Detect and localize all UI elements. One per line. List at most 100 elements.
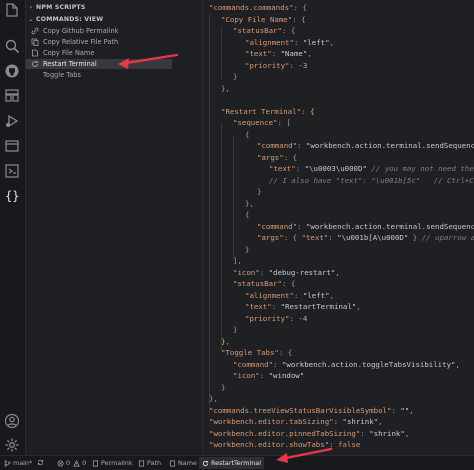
extensions-icon[interactable]: [4, 138, 20, 154]
code-token: "commands.treeViewStatusBarVisibleSymbol…: [209, 405, 392, 415]
code-line: {: [245, 129, 249, 141]
branch-name: main*: [13, 459, 33, 467]
file-path-icon: [31, 38, 39, 46]
code-line: "statusBar": {: [233, 278, 295, 290]
code-token: :: [333, 417, 343, 426]
code-line: "sequence": [: [233, 117, 291, 129]
code-token: "sequence": [233, 118, 278, 127]
warning-count: 0: [82, 459, 87, 467]
statusbar-restart-terminal[interactable]: RestartTerminal: [199, 457, 264, 469]
error-icon: [57, 460, 64, 466]
code-token: "left": [302, 37, 330, 47]
sync-indicator[interactable]: [37, 459, 46, 466]
code-token: "left": [302, 290, 330, 300]
code-token: -3: [298, 60, 308, 70]
sidebar-item-copy-github-permalink[interactable]: Copy Github Permalink: [26, 26, 172, 36]
warning-icon: [73, 459, 80, 466]
code-token: ,: [335, 267, 340, 277]
code-token: "\u001b[A\u000D": [337, 233, 409, 242]
file-icon: [138, 460, 145, 466]
sidebar-item-label: Toggle Tabs: [43, 71, 81, 79]
code-line: }: [221, 382, 225, 394]
problems-indicator[interactable]: 0 0: [57, 459, 86, 467]
code-token: }: [245, 244, 250, 254]
statusbar-path[interactable]: Path: [138, 459, 161, 467]
commands-view-label: COMMANDS: VIEW: [36, 15, 104, 23]
code-line: // I also have "text": "\u001b[5c" // Ct…: [269, 175, 474, 187]
search-icon[interactable]: [4, 38, 20, 54]
code-line: "command": "workbench.action.terminal.se…: [257, 221, 474, 233]
code-token: : [: [277, 118, 291, 127]
code-token: "command": [233, 359, 274, 369]
code-token: "args": [257, 152, 284, 162]
code-token: "shrink": [342, 417, 379, 426]
remote-icon[interactable]: [4, 163, 20, 179]
code-token: : {: [283, 152, 298, 162]
code-token: :: [271, 49, 281, 58]
code-token: "alignment": [245, 37, 294, 47]
statusbar-name[interactable]: Name: [169, 459, 197, 467]
sidebar-item-label: Copy Relative File Path: [43, 38, 119, 46]
code-token: // I also have "text": "\u001b[5c" // Ct…: [269, 175, 474, 185]
github-icon[interactable]: [4, 63, 20, 79]
code-token: : {: [278, 348, 293, 357]
statusbar-permalink[interactable]: Permalink: [92, 459, 133, 467]
source-control-icon[interactable]: [4, 88, 20, 104]
code-token: :: [297, 221, 306, 231]
code-line: },: [209, 393, 218, 405]
code-token: "\u0003\u000D": [304, 164, 367, 173]
sidebar-item-copy-relative-file-path[interactable]: Copy Relative File Path: [26, 37, 172, 47]
code-token: :: [271, 302, 281, 311]
permalink-label: Permalink: [101, 459, 133, 467]
code-token: ,: [378, 417, 383, 426]
code-token: },: [209, 394, 218, 403]
sidebar-item-label: Copy File Name: [43, 49, 95, 57]
code-token: :: [293, 290, 303, 300]
code-token: :: [328, 233, 338, 242]
sync-icon: [37, 459, 44, 466]
commands-view-header[interactable]: ⌄ COMMANDS: VIEW: [26, 14, 202, 24]
code-token: ,: [356, 302, 361, 311]
file-name-icon: [31, 49, 39, 57]
code-token: "args": [257, 233, 284, 242]
account-icon[interactable]: [4, 413, 20, 429]
chevron-right-icon: ›: [29, 3, 33, 11]
annotation-arrow-statusbar: [276, 447, 333, 463]
code-editor[interactable]: "commands.commands": {"Copy File Name": …: [203, 0, 474, 455]
json-braces-icon[interactable]: {}: [4, 187, 20, 203]
settings-gear-icon[interactable]: [4, 437, 20, 453]
code-token: ,: [307, 49, 312, 58]
code-line: "Restart Terminal": {: [221, 106, 314, 118]
explorer-icon[interactable]: [4, 2, 20, 18]
code-line: "icon": "window": [233, 370, 304, 382]
code-token: },: [221, 83, 230, 93]
code-token: }: [408, 233, 422, 242]
npm-scripts-header[interactable]: › NPM SCRIPTS: [26, 2, 202, 12]
branch-indicator[interactable]: main*: [4, 459, 32, 467]
code-token: "priority": [245, 60, 290, 70]
code-line: "command": "workbench.action.terminal.se…: [257, 140, 474, 152]
run-debug-icon[interactable]: [4, 113, 20, 129]
code-token: :: [259, 267, 269, 277]
sidebar-item-label: Restart Terminal: [43, 60, 97, 68]
code-token: "text": [301, 233, 329, 242]
code-token: "Toggle Tabs": [221, 348, 279, 357]
name-label: Name: [178, 459, 197, 467]
code-token: :: [297, 141, 306, 150]
code-token: {: [245, 129, 250, 139]
code-line: },: [221, 83, 230, 95]
code-token: // uparrow a: [421, 233, 474, 242]
code-line: "statusBar": {: [233, 25, 295, 37]
code-token: ,: [455, 359, 460, 369]
code-token: "workbench.editor.pinnedTabSizing": [209, 428, 361, 438]
code-token: "debug-restart": [268, 267, 336, 277]
error-count: 0: [66, 459, 71, 467]
code-token: ,: [329, 37, 335, 47]
code-line: "alignment": "left",: [245, 37, 334, 49]
code-token: "RestartTerminal": [280, 302, 357, 311]
code-token: : {: [283, 233, 302, 242]
code-token: "text": [245, 302, 272, 311]
restart-icon: [31, 60, 39, 68]
code-token: "icon": [233, 371, 260, 380]
status-bar: main* 0 0 Permalink Path Name RestartTer…: [0, 455, 474, 470]
